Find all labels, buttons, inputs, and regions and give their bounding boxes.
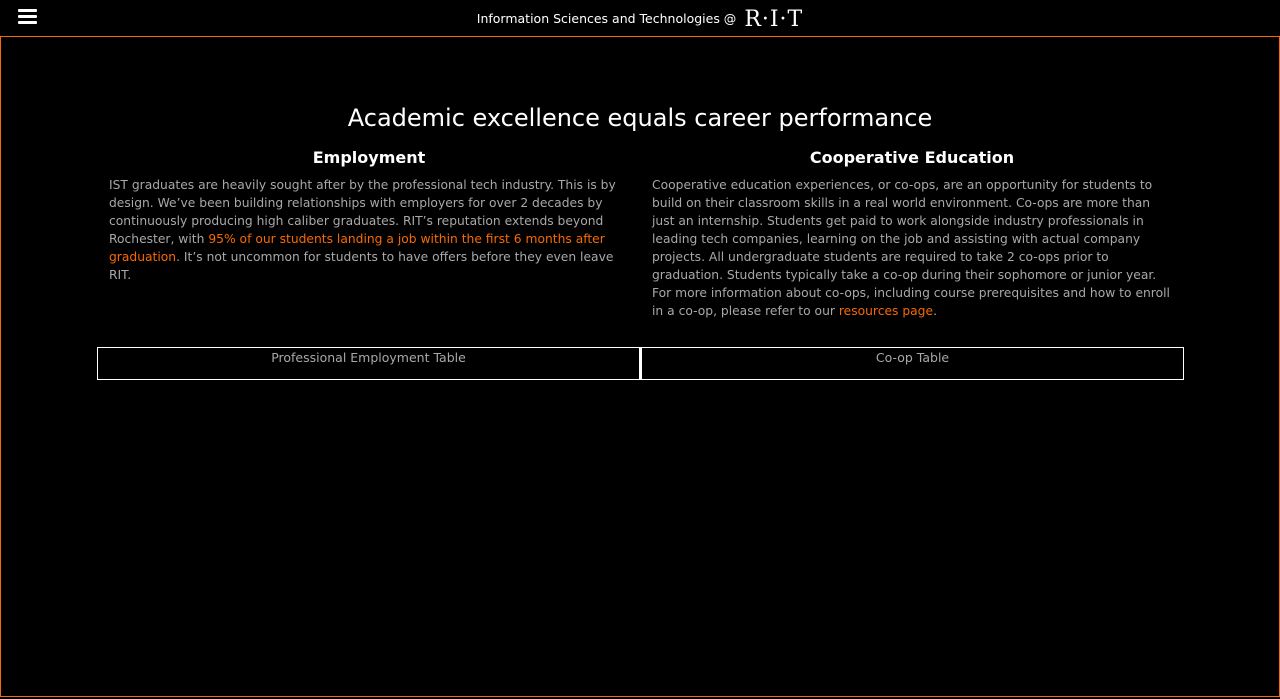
resources-page-link[interactable]: resources page (839, 304, 933, 318)
coop-text-before: Cooperative education experiences, or co… (652, 178, 1170, 318)
table-tabs: Professional Employment Table Co-op Tabl… (97, 347, 1184, 380)
brand-text: Information Sciences and Technologies @ (476, 10, 737, 26)
top-nav-bar: Information Sciences and Technologies @ … (0, 0, 1280, 37)
rit-logo: R·I·T (744, 6, 804, 32)
employment-title: Employment (312, 148, 426, 167)
coop-section: Cooperative Education Cooperative educat… (652, 146, 1172, 320)
site-brand: Information Sciences and Technologies @ … (0, 0, 1280, 37)
employment-text: IST graduates are heavily sought after b… (109, 176, 629, 284)
page-headline: Academic excellence equals career perfor… (347, 104, 933, 132)
tab-coop-table[interactable]: Co-op Table (640, 347, 1184, 380)
coop-text-after: . (933, 304, 937, 318)
coop-title: Cooperative Education (809, 148, 1015, 167)
employment-text-after: . It’s not uncommon for students to have… (109, 250, 614, 282)
hamburger-menu-icon[interactable] (18, 9, 37, 27)
tab-professional-employment-table[interactable]: Professional Employment Table (97, 347, 640, 380)
coop-text: Cooperative education experiences, or co… (652, 176, 1172, 320)
employment-section: Employment IST graduates are heavily sou… (109, 146, 629, 284)
